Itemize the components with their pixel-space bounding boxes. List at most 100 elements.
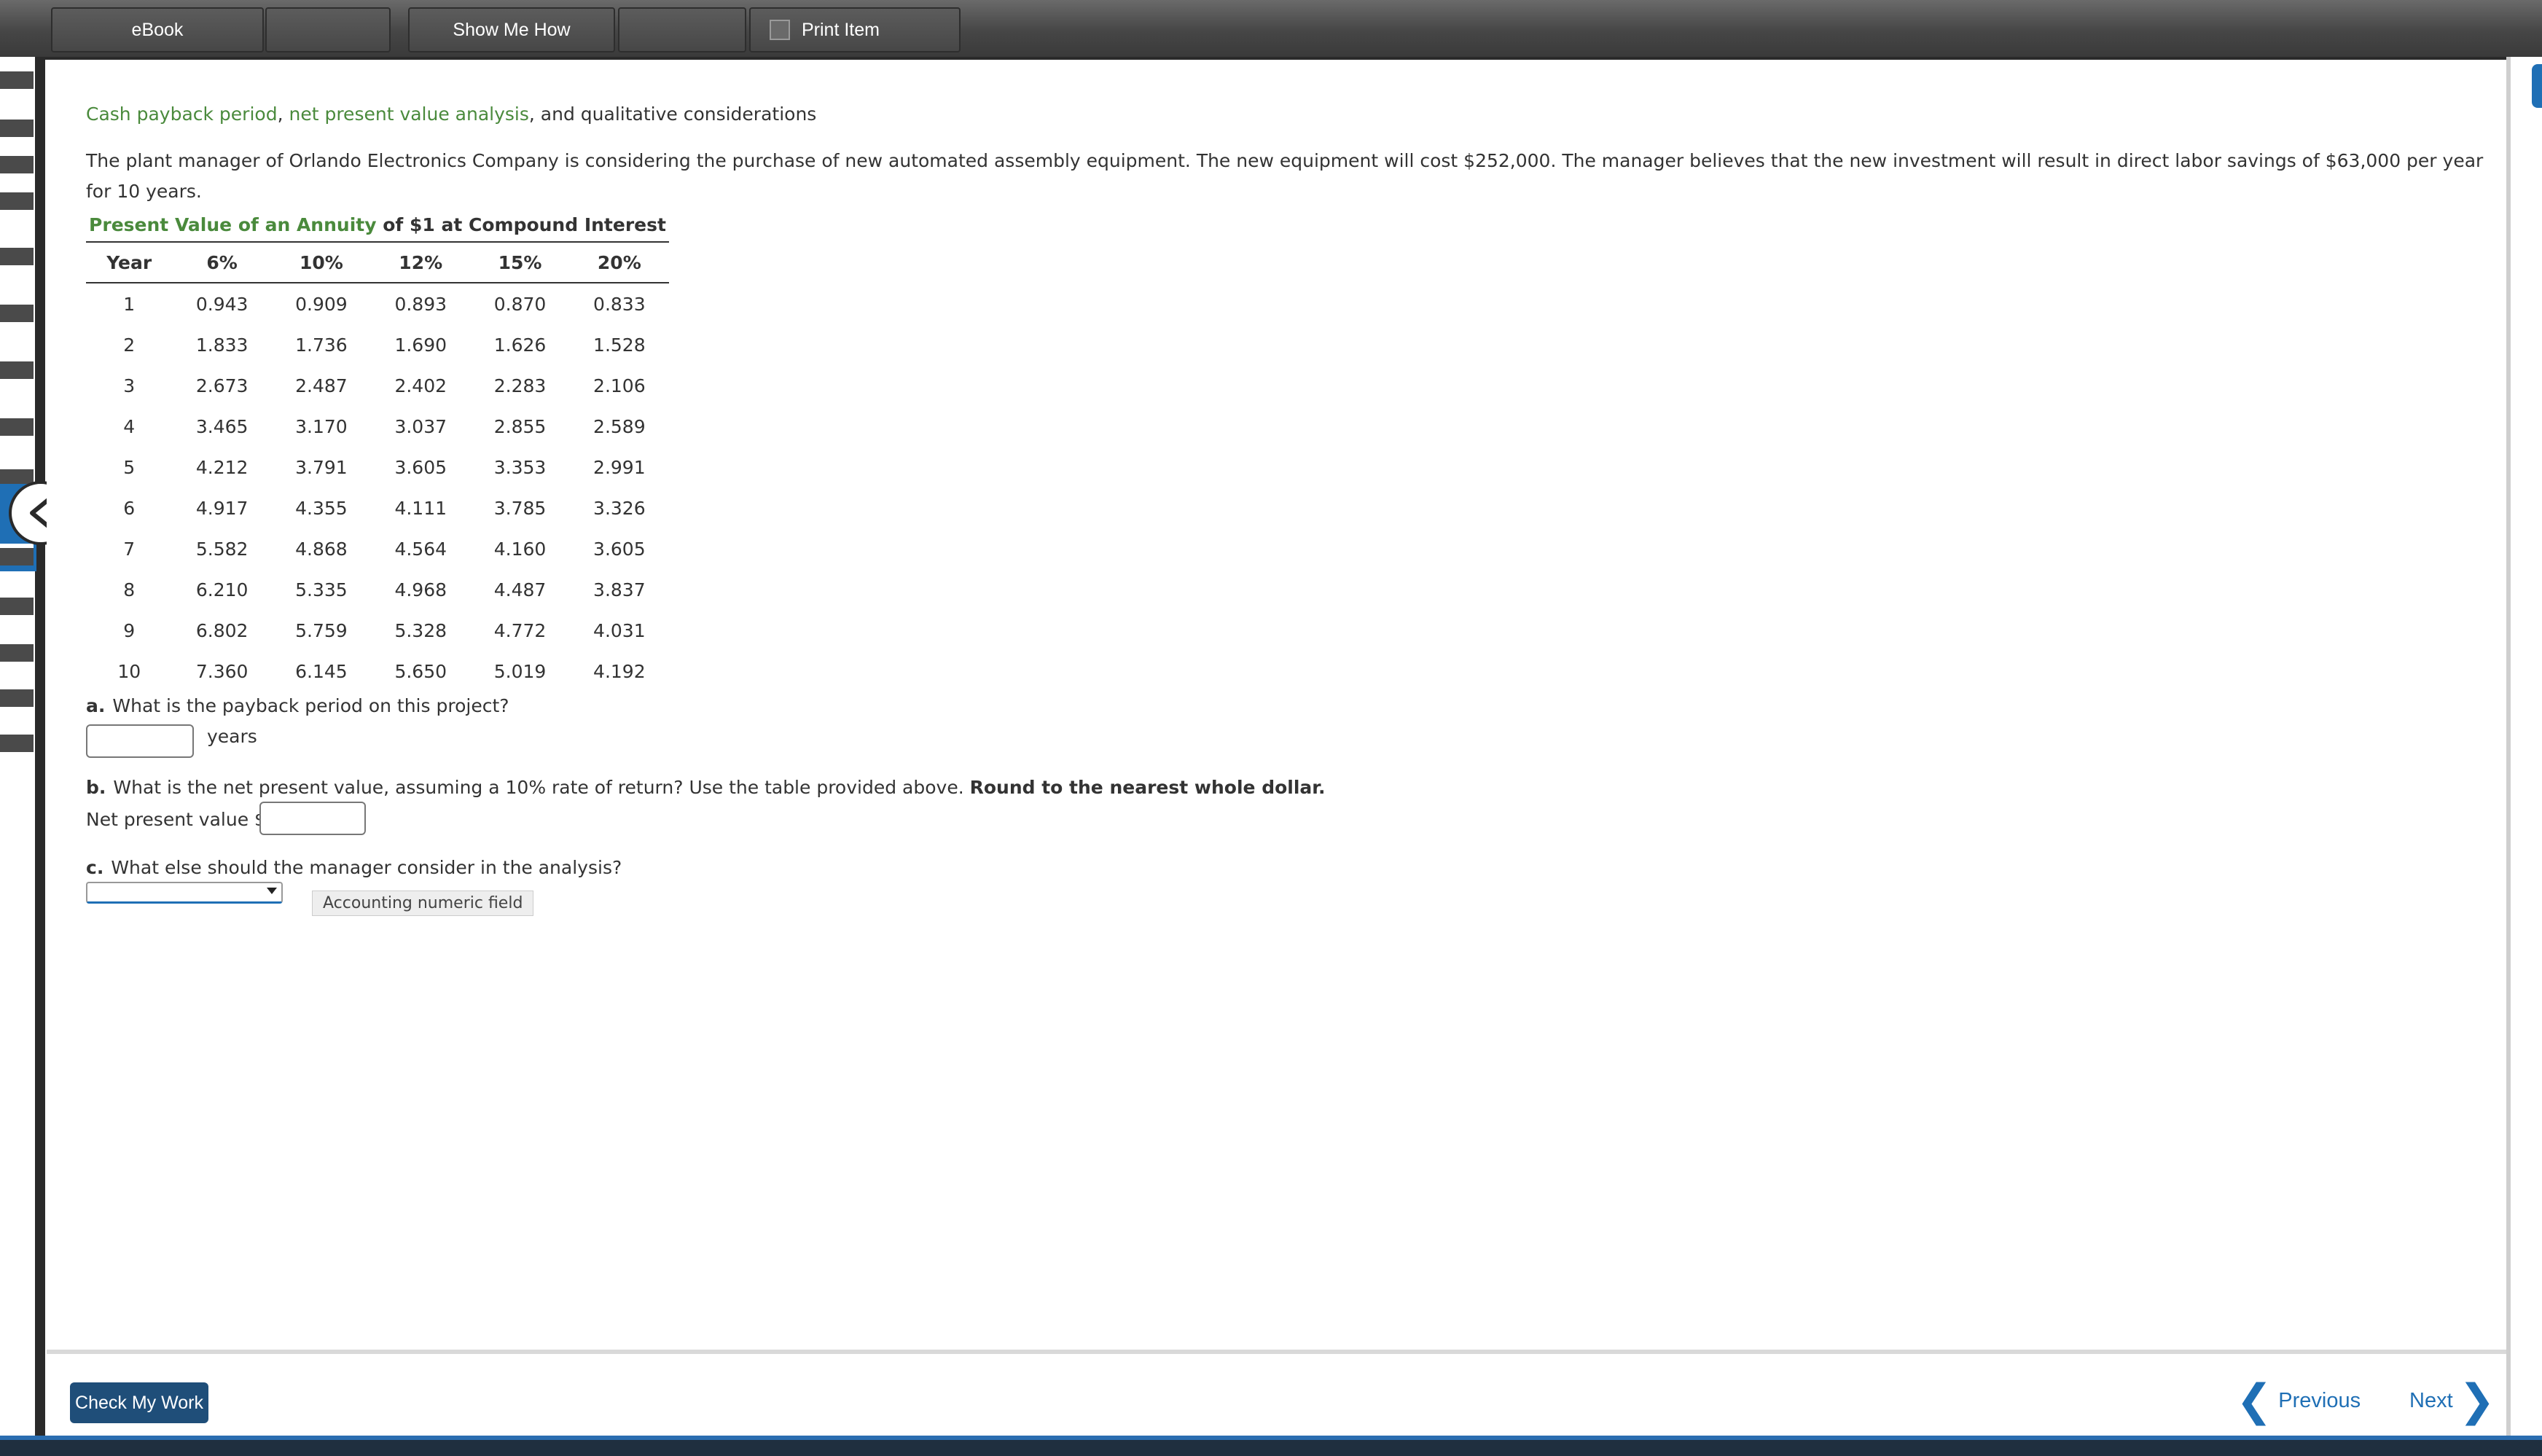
factor-cell: 4.917 — [195, 497, 249, 519]
year-cell: 9 — [123, 619, 136, 641]
show-me-how-button[interactable]: Show Me How — [408, 7, 615, 52]
factor-cell: 0.943 — [195, 293, 249, 315]
left-navigation-rail — [0, 57, 45, 1441]
question-c-label: c. — [86, 857, 104, 878]
npv-input[interactable] — [259, 802, 366, 835]
npv-field-label: Net present value $ — [86, 809, 266, 830]
question-a-text: What is the payback period on this proje… — [112, 695, 509, 716]
rail-item[interactable] — [0, 593, 34, 615]
rail-item[interactable] — [0, 152, 34, 173]
check-my-work-label: Check My Work — [75, 1392, 203, 1413]
table-row: 8 6.210 5.335 4.968 4.487 3.837 — [86, 569, 669, 610]
factor-cell: 3.791 — [295, 456, 348, 478]
dropdown-arrow-icon — [267, 888, 277, 894]
years-unit-label: years — [207, 726, 257, 747]
topic-rest: , and qualitative considerations — [528, 103, 817, 125]
rail-item[interactable] — [0, 730, 34, 752]
annuity-table: Year 6% 10% 12% 15% 20% 1 0.943 0.909 0.893… — [86, 243, 669, 692]
show-me-how-label: Show Me How — [453, 19, 571, 40]
chevron-right-icon: ❯ — [2458, 1375, 2495, 1426]
factor-cell: 0.870 — [493, 293, 547, 315]
question-a-label: a. — [86, 695, 106, 716]
print-item-label: Print Item — [802, 19, 880, 40]
payback-period-input[interactable] — [86, 724, 194, 758]
factor-cell: 3.465 — [195, 415, 249, 437]
top-toolbar: eBook Show Me How Print Item — [0, 0, 2542, 60]
year-cell: 3 — [123, 375, 136, 396]
factor-cell: 5.019 — [493, 660, 547, 682]
chevron-left-icon: ❮ — [2236, 1375, 2273, 1426]
rail-item[interactable] — [0, 300, 34, 322]
factor-cell: 1.833 — [195, 334, 249, 356]
rail-item[interactable] — [0, 67, 34, 89]
table-caption-link[interactable]: Present Value of an Annuity — [89, 214, 376, 235]
blank-toolbar-button[interactable] — [265, 7, 391, 52]
question-c: c. What else should the manager consider … — [86, 857, 622, 878]
check-my-work-button[interactable]: Check My Work — [70, 1382, 208, 1423]
factor-cell: 3.605 — [593, 538, 646, 560]
factor-cell: 2.673 — [195, 375, 249, 396]
factor-cell: 1.736 — [295, 334, 348, 356]
col-header: 12% — [371, 243, 471, 283]
factor-cell: 6.210 — [195, 579, 249, 600]
rail-item[interactable] — [0, 685, 34, 707]
rail-item[interactable] — [0, 188, 34, 210]
factor-cell: 2.402 — [394, 375, 447, 396]
previous-label: Previous — [2278, 1388, 2361, 1412]
previous-button[interactable]: ❮ Previous — [2236, 1379, 2361, 1422]
factor-cell: 4.968 — [394, 579, 447, 600]
consideration-select[interactable] — [86, 882, 283, 904]
table-row: 3 2.673 2.487 2.402 2.283 2.106 — [86, 365, 669, 406]
year-cell: 10 — [117, 660, 141, 682]
table-row: 4 3.465 3.170 3.037 2.855 2.589 — [86, 406, 669, 447]
table-row: 5 4.212 3.791 3.605 3.353 2.991 — [86, 447, 669, 488]
year-cell: 4 — [123, 415, 136, 437]
table-caption: Present Value of an Annuity of $1 at Com… — [86, 214, 669, 243]
table-row: 2 1.833 1.736 1.690 1.626 1.528 — [86, 324, 669, 365]
year-cell: 6 — [123, 497, 136, 519]
factor-cell: 2.855 — [493, 415, 547, 437]
ebook-label: eBook — [131, 19, 184, 40]
right-panel-tab[interactable] — [2532, 64, 2542, 108]
rail-item[interactable] — [0, 414, 34, 436]
topic-separator: , — [277, 103, 289, 125]
year-cell: 5 — [123, 456, 136, 478]
rail-item[interactable] — [0, 640, 34, 662]
factor-cell: 2.487 — [295, 375, 348, 396]
rail-item[interactable] — [0, 115, 34, 137]
next-button[interactable]: Next ❯ — [2409, 1379, 2495, 1422]
year-cell: 7 — [123, 538, 136, 560]
factor-cell: 0.833 — [593, 293, 646, 315]
factor-cell: 2.589 — [593, 415, 646, 437]
year-cell: 1 — [123, 293, 136, 315]
rail-item[interactable] — [0, 243, 34, 265]
factor-cell: 3.037 — [394, 415, 447, 437]
question-b-label: b. — [86, 777, 106, 798]
table-caption-rest: of $1 at Compound Interest — [376, 214, 666, 235]
question-a: a. What is the payback period on this pro… — [86, 695, 509, 716]
question-c-text: What else should the manager consider in… — [111, 857, 622, 878]
problem-prompt: The plant manager of Orlando Electronics… — [86, 150, 2484, 202]
question-b-instruction: Round to the nearest whole dollar. — [969, 777, 1326, 798]
accounting-field-tooltip: Accounting numeric field — [312, 891, 534, 916]
table-row: 6 4.917 4.355 4.111 3.785 3.326 — [86, 488, 669, 528]
rail-item[interactable] — [0, 357, 34, 379]
print-checkbox-icon — [770, 20, 790, 40]
factor-cell: 5.328 — [394, 619, 447, 641]
right-edge-panel — [2506, 57, 2542, 1456]
table-body: 1 0.943 0.909 0.893 0.870 0.833 2 1.833 1.736 1.6… — [86, 283, 669, 692]
factor-cell: 4.772 — [493, 619, 547, 641]
question-b-text: What is the net present value, assuming … — [113, 777, 964, 798]
topic-link-npv[interactable]: net present value analysis — [289, 103, 528, 125]
topic-line: Cash payback period, net present value a… — [86, 103, 816, 125]
print-item-button[interactable]: Print Item — [749, 7, 961, 52]
factor-cell: 3.785 — [493, 497, 547, 519]
factor-cell: 0.909 — [295, 293, 348, 315]
topic-link-payback[interactable]: Cash payback period — [86, 103, 278, 125]
factor-cell: 2.991 — [593, 456, 646, 478]
ebook-button[interactable]: eBook — [51, 7, 264, 52]
factor-cell: 0.893 — [394, 293, 447, 315]
rail-item[interactable] — [0, 544, 34, 565]
blank-toolbar-button-2[interactable] — [618, 7, 746, 52]
factor-cell: 4.868 — [295, 538, 348, 560]
